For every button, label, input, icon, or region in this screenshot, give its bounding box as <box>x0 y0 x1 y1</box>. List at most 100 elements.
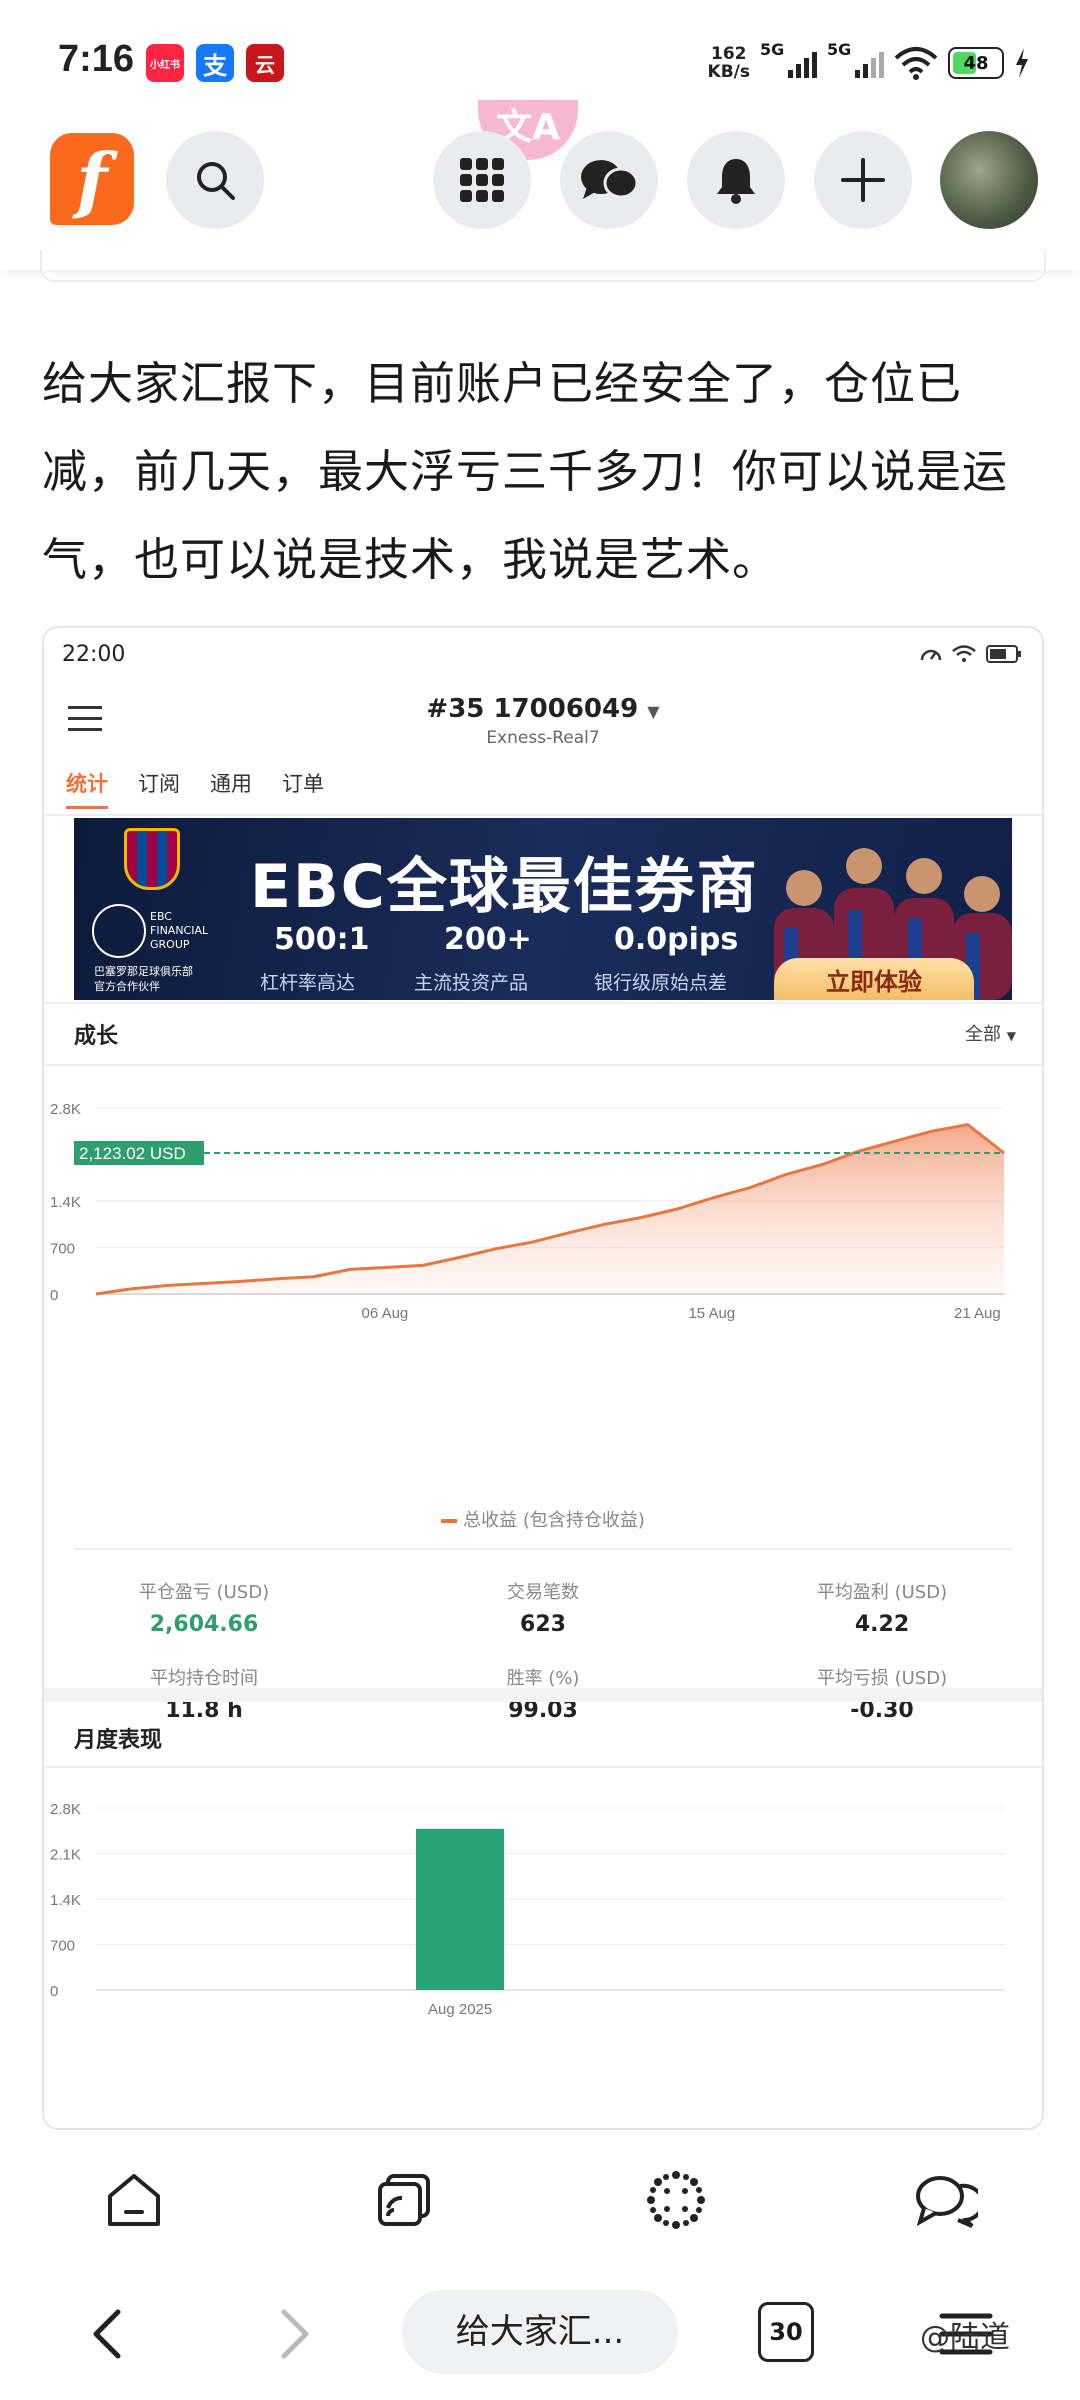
speed-icon <box>920 649 942 661</box>
banner-title: EBC全球最佳券商 <box>250 852 759 922</box>
ad-banner[interactable]: EBC FINANCIAL GROUP 巴塞罗那足球俱乐部 官方合作伙伴 EBC… <box>74 818 1012 1000</box>
signal-label: 5G <box>827 40 852 59</box>
plus-icon <box>841 158 885 202</box>
stat-label: 交易笔数 <box>507 1582 579 1603</box>
notifications-button[interactable] <box>687 131 785 229</box>
banner-stat: 0.0pips <box>614 922 739 957</box>
watermark: @陆道 <box>920 2320 1010 2355</box>
chat-bubble-icon <box>916 2176 978 2228</box>
y-tick-label: 0 <box>50 1287 58 1304</box>
y-tick-label: 700 <box>50 1241 75 1258</box>
bell-icon <box>717 159 755 204</box>
chart-legend: 总收益 (包含持仓收益) <box>44 1506 1042 1532</box>
section-gap <box>44 1688 1042 1702</box>
growth-title: 成长 <box>74 1024 119 1049</box>
growth-chart: 2.8K 1.4K 700 0 2,123.02 USD 06 Aug 15 Aug 21… <box>50 1101 1005 1322</box>
chat-tab[interactable] <box>914 2168 978 2232</box>
tabs-count-button[interactable]: 30 <box>758 2302 814 2362</box>
compass-icon <box>647 2171 705 2229</box>
tab-stats[interactable]: 统计 <box>66 768 108 809</box>
tab-subscribe[interactable]: 订阅 <box>138 768 180 809</box>
partner-text: 巴塞罗那足球俱乐部 官方合作伙伴 <box>94 964 193 994</box>
ebc-brand: EBC FINANCIAL GROUP <box>150 910 208 952</box>
stat-value: 4.22 <box>854 1612 910 1637</box>
account-number: #35 <box>426 694 485 724</box>
stat-closed-pnl: 平仓盈亏 (USD) 2,604.66 <box>74 1578 334 1637</box>
discover-tab[interactable] <box>644 2168 708 2232</box>
grid-icon <box>460 158 504 202</box>
filter-label: 全部 <box>965 1024 1002 1045</box>
embedded-status-icons <box>920 644 1022 664</box>
battery-level: 48 <box>963 52 989 74</box>
y-tick-label: 1.4K <box>50 1892 81 1909</box>
signal-icon: 5G <box>827 40 884 78</box>
post-image[interactable]: 22:00 #35 17006049 ▼ Exness-Real7 统计 订阅 … <box>42 626 1044 2130</box>
divider <box>74 1548 1012 1550</box>
stat-trades: 交易笔数 623 <box>413 1578 673 1637</box>
divider <box>44 1002 1042 1004</box>
cast-icon <box>378 2174 430 2226</box>
y-tick-label: 2.8K <box>50 1801 81 1818</box>
growth-filter-dropdown[interactable]: 全部 ▼ <box>965 1020 1016 1046</box>
wifi-icon <box>894 47 938 80</box>
stat-label: 平均亏损 (USD) <box>816 1668 948 1689</box>
banner-sub: 杠杆率高达 <box>260 972 356 994</box>
stat-label: 胜率 (%) <box>506 1668 580 1689</box>
app-label: 支 <box>203 51 227 80</box>
back-icon[interactable] <box>90 2308 126 2360</box>
signal-icon: 5G <box>760 40 817 78</box>
search-button[interactable] <box>166 131 264 229</box>
stat-value: 2,604.66 <box>149 1612 259 1637</box>
dropdown-caret-icon: ▼ <box>647 702 660 721</box>
app-logo[interactable]: f <box>50 133 134 225</box>
embedded-status-time: 22:00 <box>62 642 126 667</box>
tab-general[interactable]: 通用 <box>210 768 252 809</box>
net-speed-value: 162 <box>711 44 747 64</box>
user-avatar[interactable] <box>940 131 1038 229</box>
stat-avg-profit: 平均盈利 (USD) 4.22 <box>752 1578 1012 1637</box>
app-label: 小红书 <box>150 59 180 71</box>
x-tick-label: Aug 2025 <box>428 2001 492 2018</box>
status-time: 7:16 <box>58 38 135 80</box>
app-label: 云 <box>255 52 275 77</box>
home-tab[interactable] <box>102 2168 166 2232</box>
messages-button[interactable] <box>560 131 658 229</box>
account-selector[interactable]: #35 17006049 ▼ <box>44 694 1042 724</box>
brand-line: FINANCIAL <box>150 924 209 937</box>
tab-bar: 统计 订阅 通用 订单 <box>66 768 324 809</box>
xiaohongshu-icon: 小红书 <box>146 44 184 82</box>
wifi-icon <box>952 645 976 662</box>
banner-stat: 500:1 <box>274 922 370 957</box>
try-now-button[interactable]: 立即体验 <box>774 958 974 1000</box>
bank-icon: 云 <box>246 44 284 82</box>
chat-bubbles-icon <box>581 160 639 199</box>
tab-orders[interactable]: 订单 <box>282 768 324 809</box>
address-bar[interactable]: 给大家汇... <box>402 2290 678 2374</box>
alipay-icon: 支 <box>196 44 234 82</box>
barcelona-crest-icon <box>124 828 180 890</box>
home-icon <box>108 2174 160 2226</box>
status-indicators: 162 KB/s 5G 5G 48 <box>708 38 1030 88</box>
banner-sub: 银行级原始点差 <box>594 972 728 994</box>
create-button[interactable] <box>814 131 912 229</box>
signal-label: 5G <box>760 40 785 59</box>
stat-label: 平均盈利 (USD) <box>816 1582 948 1603</box>
y-tick-label: 2.8K <box>50 1101 81 1118</box>
brand-line: GROUP <box>150 938 190 951</box>
y-tick-label: 0 <box>50 1983 58 2000</box>
battery-icon: 48 <box>948 47 1004 79</box>
legend-swatch <box>441 1519 458 1523</box>
monthly-title: 月度表现 <box>74 1728 163 1753</box>
banner-stat: 200+ <box>444 922 532 957</box>
partner-line: 巴塞罗那足球俱乐部 <box>94 965 193 978</box>
chevron-down-icon: ▼ <box>1006 1029 1016 1043</box>
search-icon <box>197 162 235 200</box>
forward-icon[interactable] <box>276 2308 312 2360</box>
brand-line: EBC <box>150 910 172 923</box>
apps-button[interactable] <box>433 131 531 229</box>
net-speed: 162 KB/s <box>708 45 750 81</box>
live-tab[interactable] <box>372 2168 436 2232</box>
previous-card-edge <box>40 250 1046 282</box>
post-text: 给大家汇报下，目前账户已经安全了，仓位已减，前几天，最大浮亏三千多刀！你可以说是… <box>42 357 1009 586</box>
y-tick-label: 1.4K <box>50 1194 81 1211</box>
